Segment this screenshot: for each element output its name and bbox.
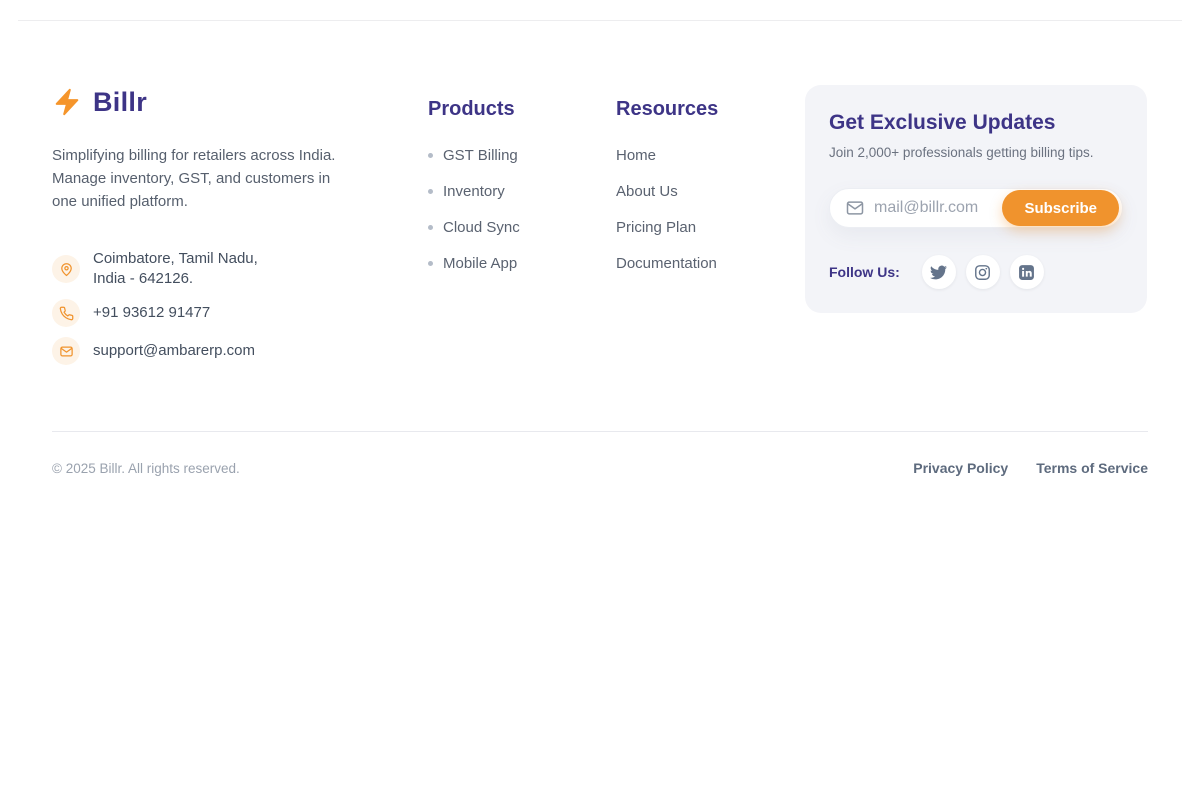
footer-columns: Billr Simplifying billing for retailers … (52, 85, 1148, 375)
page: Billr Simplifying billing for retailers … (0, 0, 1200, 800)
link-cloud-sync[interactable]: Cloud Sync (443, 219, 520, 236)
privacy-policy-link[interactable]: Privacy Policy (913, 460, 1008, 476)
list-item: Cloud Sync (428, 220, 553, 235)
list-item: GST Billing (428, 148, 553, 163)
newsletter-subtitle: Join 2,000+ professionals getting billin… (829, 144, 1123, 161)
twitter-icon (930, 264, 947, 281)
brand-name: Billr (93, 87, 147, 118)
contact-email-text: support@ambarerp.com (93, 341, 255, 361)
brand-logo: Billr (52, 85, 365, 119)
bullet-dot-icon (428, 189, 433, 194)
instagram-button[interactable] (966, 255, 1000, 289)
linkedin-button[interactable] (1010, 255, 1044, 289)
contact-address-line1: Coimbatore, Tamil Nadu, (93, 249, 258, 269)
follow-us-label: Follow Us: (829, 264, 900, 280)
link-inventory[interactable]: Inventory (443, 183, 505, 200)
email-input[interactable] (874, 199, 994, 217)
list-item: About Us (616, 184, 746, 199)
link-home[interactable]: Home (616, 147, 656, 164)
envelope-icon (845, 198, 865, 218)
brand-description: Simplifying billing for retailers across… (52, 144, 365, 213)
contact-phone-text: +91 93612 91477 (93, 303, 210, 323)
list-item: Mobile App (428, 256, 553, 271)
instagram-icon (974, 264, 991, 281)
phone-icon (52, 299, 80, 327)
subscribe-button[interactable]: Subscribe (1002, 190, 1119, 226)
newsletter-email-pill: Subscribe (829, 188, 1123, 228)
newsletter-card: Get Exclusive Updates Join 2,000+ profes… (805, 85, 1147, 313)
link-gst-billing[interactable]: GST Billing (443, 147, 518, 164)
brand-column: Billr Simplifying billing for retailers … (52, 85, 365, 375)
link-mobile-app[interactable]: Mobile App (443, 255, 517, 272)
copyright-text: © 2025 Billr. All rights reserved. (52, 461, 240, 476)
brand-description-line: one unified platform. (52, 190, 365, 213)
resources-link-list: Home About Us Pricing Plan Documentation (616, 148, 746, 271)
twitter-button[interactable] (922, 255, 956, 289)
bullet-dot-icon (428, 261, 433, 266)
resources-heading: Resources (616, 97, 746, 121)
contact-list: Coimbatore, Tamil Nadu, India - 642126. … (52, 249, 365, 365)
link-pricing-plan[interactable]: Pricing Plan (616, 219, 696, 236)
location-pin-icon (52, 255, 80, 283)
list-item: Inventory (428, 184, 553, 199)
resources-column: Resources Home About Us Pricing Plan Doc… (616, 85, 746, 292)
bolt-icon (52, 87, 82, 117)
legal-links: Privacy Policy Terms of Service (913, 460, 1148, 476)
top-divider (18, 20, 1182, 21)
list-item: Pricing Plan (616, 220, 746, 235)
products-heading: Products (428, 97, 553, 121)
list-item: Documentation (616, 256, 746, 271)
terms-of-service-link[interactable]: Terms of Service (1036, 460, 1148, 476)
link-documentation[interactable]: Documentation (616, 255, 717, 272)
contact-address-line2: India - 642126. (93, 269, 258, 289)
contact-phone: +91 93612 91477 (52, 299, 365, 327)
link-about-us[interactable]: About Us (616, 183, 678, 200)
linkedin-icon (1018, 264, 1035, 281)
list-item: Home (616, 148, 746, 163)
footer: Billr Simplifying billing for retailers … (0, 0, 1200, 476)
bottom-bar: © 2025 Billr. All rights reserved. Priva… (52, 432, 1148, 476)
contact-email: support@ambarerp.com (52, 337, 365, 365)
contact-address: Coimbatore, Tamil Nadu, India - 642126. (52, 249, 365, 289)
contact-address-text: Coimbatore, Tamil Nadu, India - 642126. (93, 249, 258, 289)
products-column: Products GST Billing Inventory Cloud Syn… (428, 85, 553, 292)
products-link-list: GST Billing Inventory Cloud Sync Mobile … (428, 148, 553, 271)
envelope-icon (52, 337, 80, 365)
brand-description-line: Manage inventory, GST, and customers in (52, 167, 365, 190)
follow-row: Follow Us: (829, 255, 1123, 289)
newsletter-title: Get Exclusive Updates (829, 111, 1123, 135)
brand-description-line: Simplifying billing for retailers across… (52, 144, 365, 167)
bullet-dot-icon (428, 153, 433, 158)
bullet-dot-icon (428, 225, 433, 230)
